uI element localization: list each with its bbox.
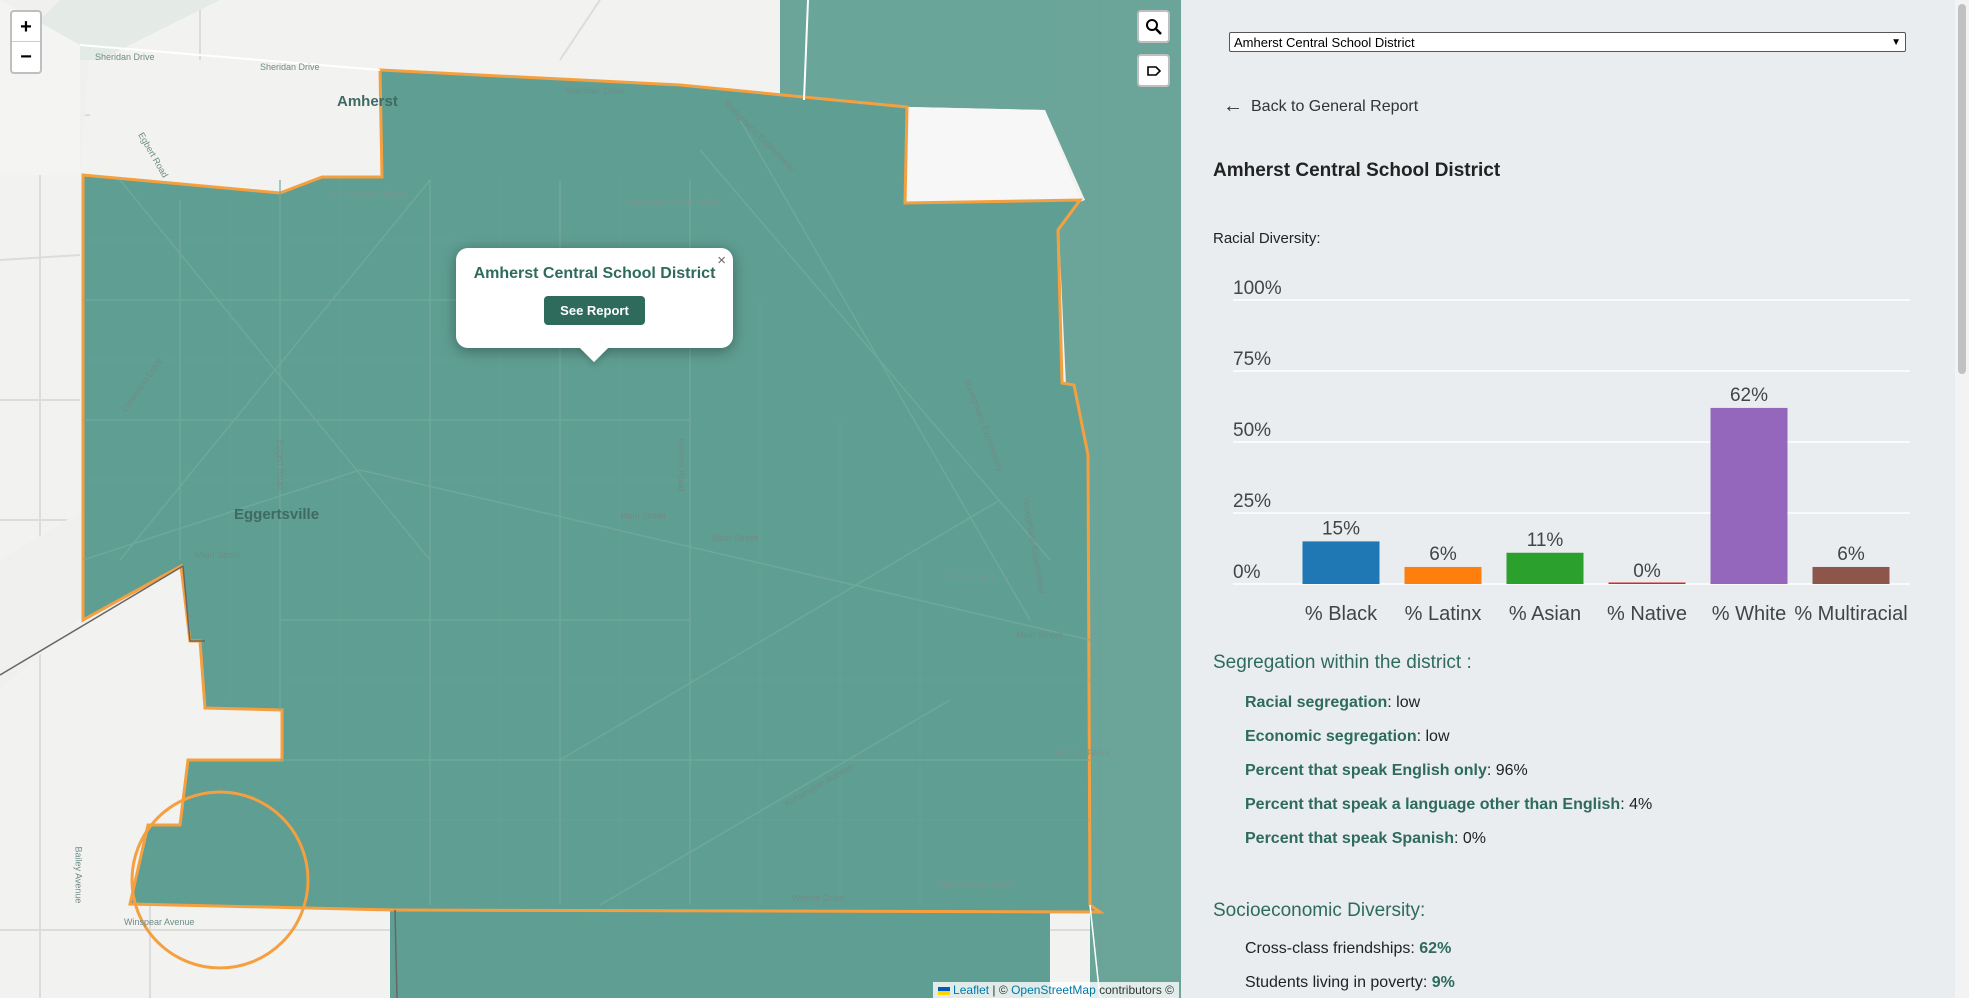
map-label-street: Main Street [712,533,759,543]
segregation-stat: Percent that speak English only: 96% [1245,762,1528,780]
map-label-street: Sheridan Drive [95,52,155,62]
chart-bar [1506,552,1584,584]
map-label-street: Wehrle Drive [792,893,844,903]
y-tick-label: 25% [1233,491,1271,512]
racial-diversity-label: Racial Diversity: [1213,230,1321,247]
stat-label: Racial segregation [1245,694,1388,711]
search-button[interactable] [1137,10,1170,43]
chart-bar [1404,566,1482,584]
ukraine-flag-icon [937,986,950,995]
poverty-value: 9% [1431,974,1455,991]
chart-bar [1710,407,1788,584]
map-label-street: Main Street [620,511,667,521]
report-panel: Amherst Central School District ▼ ← Back… [1181,0,1969,998]
stat-value: : 0% [1453,830,1486,847]
x-category-label: % Multiracial [1794,603,1907,625]
back-to-general-report-link[interactable]: ← Back to General Report [1223,95,1418,118]
stat-value: : 4% [1620,796,1653,813]
zoom-in-button[interactable]: + [12,12,40,42]
map[interactable]: Amherst Eggertsville Sheridan Drive Sher… [0,0,1181,998]
y-tick-label: 50% [1233,420,1271,441]
attribution-separator: | © [992,983,1008,997]
stat-value: : low [1416,728,1450,745]
x-category-label: % Latinx [1405,603,1482,625]
segregation-stat: Economic segregation: low [1245,728,1450,746]
stat-label: Percent that speak a language other than… [1245,796,1621,813]
map-label-park: ROYAL PARK [1055,748,1111,758]
map-label-street: Main Street [1016,630,1063,640]
segregation-stat: Racial segregation: low [1245,694,1420,712]
chart-bar [1608,582,1686,584]
district-select[interactable]: Amherst Central School District ▼ [1229,32,1906,52]
map-tiles [0,0,1181,998]
x-category-label: % Native [1607,603,1687,625]
stat-label: Percent that speak English only [1245,762,1487,779]
map-label-park: KINGSGATE PARK [937,880,1016,890]
segregation-title: Segregation within the district : [1213,652,1472,673]
bar-value-label: 62% [1730,385,1768,406]
popup-title: Amherst Central School District [473,265,716,282]
x-category-label: % White [1712,603,1786,625]
racial-diversity-chart: 0% 25% 50% 75% 100% 15% % Black 6% % Latinx 11% % … [1233,278,1910,625]
map-label-street: Bailey Avenue [73,846,84,904]
label-toggle-button[interactable] [1137,54,1170,87]
scrollbar-thumb[interactable] [1958,4,1966,374]
chart-bar [1302,541,1380,584]
chart-bar [1812,566,1890,584]
bar-value-label: 15% [1322,518,1360,539]
map-label-pond: Mike's Pond [945,572,994,582]
stat-label: Economic segregation [1245,728,1417,745]
y-tick-label: 0% [1233,562,1261,583]
map-label-street: Sheridan Drive [260,62,320,72]
arrow-left-icon: ← [1223,95,1243,117]
segregation-stat: Percent that speak a language other than… [1245,796,1652,814]
map-attribution: Leaflet | © OpenStreetMap contributors © [932,982,1179,998]
district-select-value: Amherst Central School District [1234,34,1415,50]
map-label-street: Harlem Road [676,438,687,492]
bar-value-label: 11% [1527,530,1564,551]
socioeconomic-title: Socioeconomic Diversity: [1213,900,1426,921]
see-report-button[interactable]: See Report [544,296,645,325]
map-label-street: Main Street [195,550,242,560]
stat-label: Percent that speak Spanish [1245,830,1454,847]
friendships-value: 62% [1419,940,1452,957]
map-label-street: Winspear Avenue [124,917,195,927]
osm-link[interactable]: OpenStreetMap [1011,983,1096,997]
bar-value-label: 6% [1429,544,1457,565]
chevron-down-icon: ▼ [1891,36,1901,48]
segregation-stat: Percent that speak Spanish: 0% [1245,830,1486,848]
x-category-label: % Asian [1509,603,1581,625]
y-tick-label: 75% [1233,349,1271,370]
friendships-label: Cross-class friendships: [1245,940,1420,957]
map-label-park: CAMPUS DRIVE PARK [625,198,720,208]
district-popup: × Amherst Central School District See Re… [456,248,733,363]
map-label-street: Eggert Road [275,439,286,491]
zoom-control: + − [10,10,42,74]
map-label-eggertsville: Eggertsville [234,506,320,523]
x-category-label: % Black [1305,603,1378,625]
back-label: Back to General Report [1251,97,1419,115]
stat-value: : low [1387,694,1421,711]
poverty-label: Students living in poverty: [1245,974,1432,991]
bar-value-label: 0% [1633,561,1661,582]
scrollbar[interactable] [1955,0,1969,998]
map-label-amherst: Amherst [337,93,398,110]
y-tick-label: 100% [1233,278,1282,299]
search-icon [1145,18,1162,35]
tag-icon [1146,65,1161,76]
bar-value-label: 6% [1837,544,1865,565]
cross-class-friendships: Cross-class friendships: 62% [1245,940,1451,958]
leaflet-link[interactable]: Leaflet [953,983,989,997]
map-label-street: Sheridan Drive [565,86,625,96]
stat-value: : 96% [1486,762,1528,779]
page-title: Amherst Central School District [1213,160,1501,181]
zoom-out-button[interactable]: − [12,42,40,72]
map-label-park: DELLWOOD PARK [330,190,408,200]
attribution-contributors: contributors © [1099,983,1174,997]
students-in-poverty: Students living in poverty: 9% [1245,974,1455,992]
